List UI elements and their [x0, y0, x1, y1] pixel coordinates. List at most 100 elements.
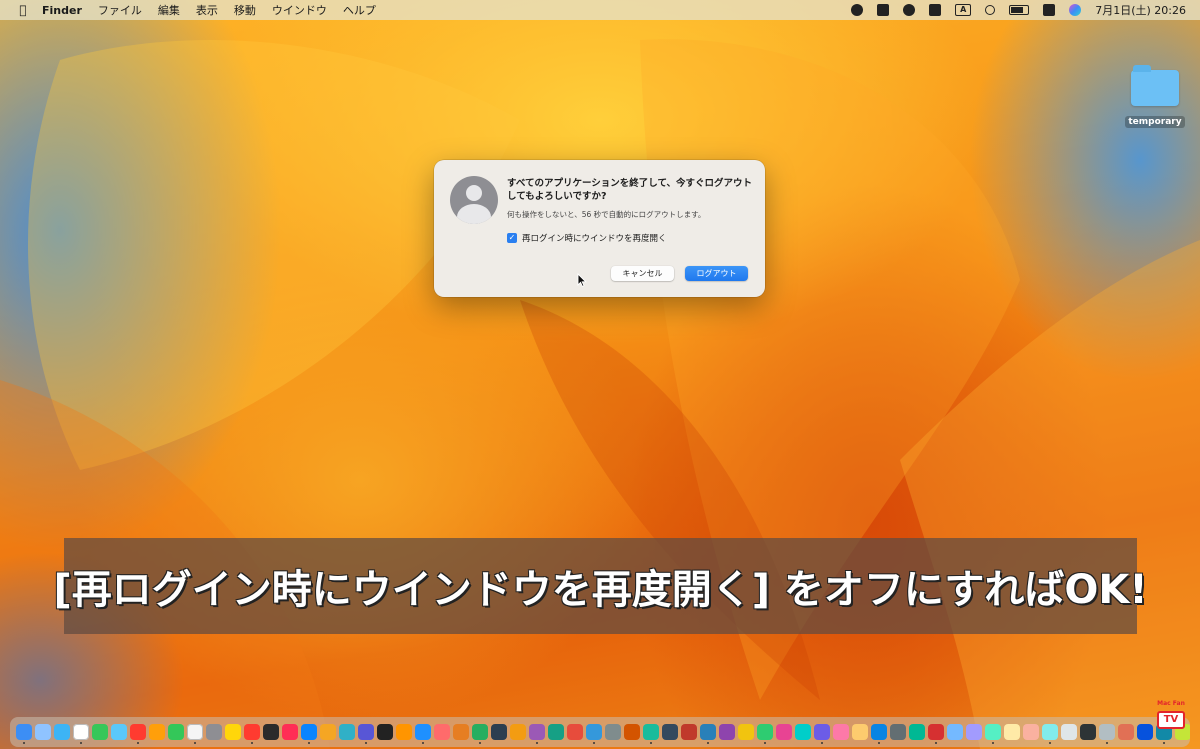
dock-app-icon[interactable] — [396, 724, 412, 740]
app-shield-icon[interactable] — [903, 4, 916, 16]
dock-app-icon[interactable] — [225, 724, 241, 740]
dock-app-icon[interactable] — [244, 724, 260, 744]
desktop-wallpaper — [0, 0, 1200, 749]
dock-app-icon[interactable] — [1023, 724, 1039, 740]
desktop-folder[interactable]: temporary — [1115, 65, 1195, 128]
dock-app-icon[interactable] — [985, 724, 1001, 744]
privacy-dot-icon[interactable] — [851, 4, 864, 16]
folder-icon[interactable] — [1131, 65, 1179, 106]
dock-app-icon[interactable] — [1118, 724, 1134, 740]
dock-app-icon[interactable] — [890, 724, 906, 740]
dock-app-icon[interactable] — [35, 724, 51, 740]
dock-app-icon[interactable] — [453, 724, 469, 740]
dock-app-icon[interactable] — [567, 724, 583, 740]
dock-app-icon[interactable] — [111, 724, 127, 740]
dock-app-icon[interactable] — [320, 724, 336, 740]
logout-dialog: すべてのアプリケーションを終了して、今すぐログアウトしてもよろしいですか? 何も… — [434, 160, 765, 297]
dock-app-icon[interactable] — [187, 724, 203, 744]
input-method-icon[interactable]: A — [955, 4, 972, 16]
control-center-icon[interactable] — [1043, 4, 1056, 16]
cancel-button[interactable]: キャンセル — [611, 266, 674, 281]
wallpaper-petals — [0, 39, 1200, 749]
dock-app-icon[interactable] — [168, 724, 184, 740]
dock-app-icon[interactable] — [206, 724, 222, 740]
user-avatar-icon — [450, 176, 498, 224]
battery-icon[interactable] — [1009, 5, 1030, 15]
dock-app-icon[interactable] — [301, 724, 317, 744]
dock-app-icon[interactable] — [1061, 724, 1077, 740]
status-area: A 7月1日(土) 20:26 — [851, 2, 1186, 18]
dock-app-icon[interactable] — [282, 724, 298, 740]
macfan-tv-logo: Mac Fan TV — [1150, 700, 1192, 730]
dock-app-icon[interactable] — [548, 724, 564, 740]
dock-app-icon[interactable] — [377, 724, 393, 740]
dock-app-icon[interactable] — [643, 724, 659, 744]
reopen-windows-option[interactable]: ✓ 再ログイン時にウインドウを再度開く — [507, 232, 667, 244]
dock-app-icon[interactable] — [700, 724, 716, 744]
menu-finder[interactable]: Finder — [42, 4, 82, 17]
dock-app-icon[interactable] — [130, 724, 146, 744]
app-box-icon[interactable] — [929, 4, 942, 16]
dock-app-icon[interactable] — [605, 724, 621, 740]
caption-text: [再ログイン時にウインドウを再度開く] をオフにすればOK! — [53, 567, 1148, 613]
dock-app-icon[interactable] — [73, 724, 89, 744]
dock-app-icon[interactable] — [1004, 724, 1020, 740]
dock-app-icon[interactable] — [510, 724, 526, 740]
dock-app-icon[interactable] — [871, 724, 887, 744]
menu-help[interactable]: ヘルプ — [343, 2, 376, 18]
dock-app-icon[interactable] — [719, 724, 735, 740]
dock-app-icon[interactable] — [415, 724, 431, 744]
dock-app-icon[interactable] — [795, 724, 811, 740]
menu-window[interactable]: ウインドウ — [272, 2, 327, 18]
watermark-tv: TV — [1157, 711, 1185, 729]
dock-app-icon[interactable] — [852, 724, 868, 740]
logout-button[interactable]: ログアウト — [685, 266, 748, 281]
menu-view[interactable]: 表示 — [196, 2, 218, 18]
dock-app-icon[interactable] — [662, 724, 678, 740]
dock-app-icon[interactable] — [833, 724, 849, 740]
mouse-cursor-icon — [577, 273, 587, 287]
dock-app-icon[interactable] — [738, 724, 754, 740]
dock-app-icon[interactable] — [757, 724, 773, 744]
watermark-text: Mac Fan — [1157, 700, 1185, 707]
apple-icon[interactable]:  — [16, 3, 30, 17]
dock-app-icon[interactable] — [434, 724, 450, 740]
menu-go[interactable]: 移動 — [234, 2, 256, 18]
dock-app-icon[interactable] — [54, 724, 70, 740]
menu-clock[interactable]: 7月1日(土) 20:26 — [1095, 2, 1186, 18]
dock-app-icon[interactable] — [491, 724, 507, 740]
dock-app-icon[interactable] — [681, 724, 697, 740]
dialog-message: 何も操作をしないと、56 秒で自動的にログアウトします。 — [507, 210, 706, 219]
menu-edit[interactable]: 編集 — [158, 2, 180, 18]
dock-app-icon[interactable] — [909, 724, 925, 740]
dock-app-icon[interactable] — [529, 724, 545, 744]
dock-app-icon[interactable] — [263, 724, 279, 740]
dock-app-icon[interactable] — [624, 724, 640, 740]
dock-app-icon[interactable] — [1099, 724, 1115, 744]
menu-file[interactable]: ファイル — [98, 2, 142, 18]
dock-app-icon[interactable] — [16, 724, 32, 744]
dock-app-icon[interactable] — [149, 724, 165, 740]
menu-bar:  Finder ファイル 編集 表示 移動 ウインドウ ヘルプ A 7月1日(… — [0, 0, 1200, 20]
search-icon[interactable] — [985, 5, 996, 15]
dock-app-icon[interactable] — [947, 724, 963, 740]
dock-app-icon[interactable] — [358, 724, 374, 744]
dock — [10, 717, 1190, 747]
siri-icon[interactable] — [1069, 4, 1082, 16]
dock-app-icon[interactable] — [814, 724, 830, 744]
dock-app-icon[interactable] — [1042, 724, 1058, 744]
dialog-title: すべてのアプリケーションを終了して、今すぐログアウトしてもよろしいですか? — [507, 178, 753, 202]
dock-app-icon[interactable] — [586, 724, 602, 744]
dock-app-icon[interactable] — [92, 724, 108, 740]
dock-app-icon[interactable] — [928, 724, 944, 744]
dock-app-icon[interactable] — [1080, 724, 1096, 740]
dropbox-icon[interactable] — [877, 4, 890, 16]
dock-app-icon[interactable] — [966, 724, 982, 740]
reopen-windows-checkbox[interactable]: ✓ — [507, 233, 517, 243]
dock-app-icon[interactable] — [776, 724, 792, 740]
video-caption: [再ログイン時にウインドウを再度開く] をオフにすればOK! — [53, 538, 1148, 634]
folder-label: temporary — [1125, 116, 1185, 128]
dock-app-icon[interactable] — [339, 724, 355, 740]
reopen-windows-label[interactable]: 再ログイン時にウインドウを再度開く — [522, 232, 667, 244]
dock-app-icon[interactable] — [472, 724, 488, 744]
